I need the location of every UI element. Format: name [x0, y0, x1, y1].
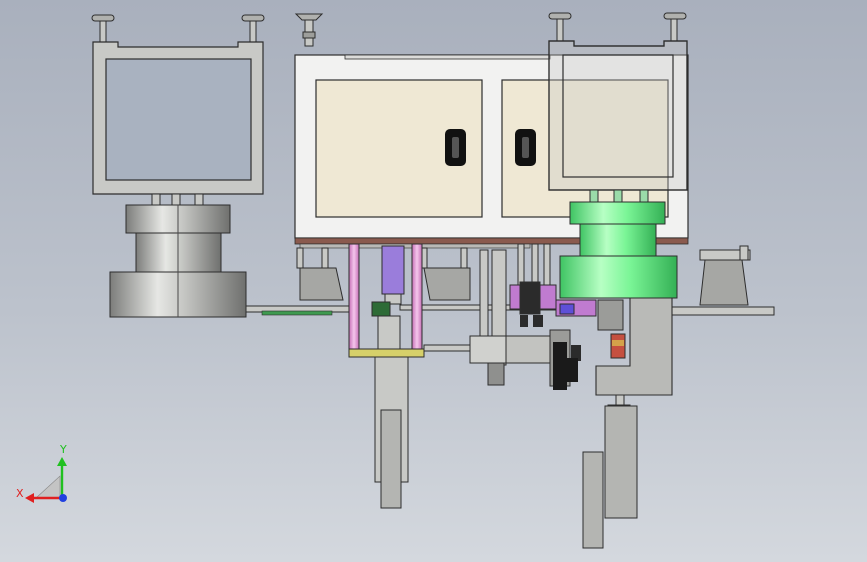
right-hopper-frame [548, 12, 688, 205]
left-foot-1 [91, 14, 115, 43]
axis-x-label: X [16, 487, 24, 500]
machine-assembly-drawing [25, 12, 775, 549]
door-handle-icon [515, 129, 536, 166]
right-foot-1 [548, 12, 572, 42]
right-turntable-stack [559, 201, 678, 299]
right-gantry-arm [582, 297, 673, 549]
press-columns [348, 243, 425, 509]
left-foot-2 [241, 14, 265, 43]
axis-y-label: Y [60, 443, 67, 456]
cad-viewport[interactable]: Y X [0, 0, 867, 562]
coordinate-triad-icon [25, 457, 67, 503]
left-hopper-frame [91, 14, 265, 207]
cabinet-foot-1 [294, 13, 324, 47]
right-foot-2 [663, 12, 687, 42]
door-handle-icon [445, 129, 466, 166]
left-turntable-stack [109, 204, 247, 318]
